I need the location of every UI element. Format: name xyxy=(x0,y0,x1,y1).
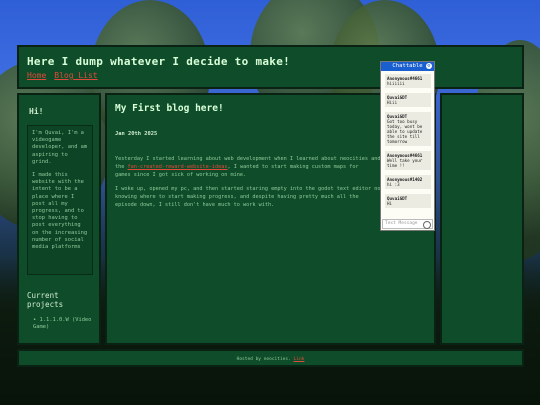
chat-messages[interactable]: Anonymous#4661 hiiiiii QuvaiGDT Hiii QuvaiGD… xyxy=(381,71,434,219)
chat-message-text: Hiii xyxy=(387,100,398,105)
chat-message: QuvaiGDT Hiii xyxy=(385,93,431,107)
project-name: 1.1.1.0.W (Video Game) xyxy=(33,317,92,330)
chat-title: Chattable xyxy=(392,63,423,69)
chat-widget: Chattable ⚙ Anonymous#4661 hiiiiii QuvaiGD… xyxy=(380,61,435,231)
chat-message-text: Well take your time !! xyxy=(387,158,423,168)
post-paragraph-2: I woke up, opened my pc, and then starte… xyxy=(115,185,385,209)
chat-settings-icon[interactable]: ⚙ xyxy=(426,63,432,69)
post-paragraph-1: Yesterday I started learning about web d… xyxy=(115,155,385,179)
post-title: My First blog here! xyxy=(115,103,224,114)
chat-message-text: Got too busy today, wont be able to upda… xyxy=(387,119,423,144)
post-line: Yesterday I started learning about web d… xyxy=(115,156,381,162)
chat-input-placeholder: Text Message xyxy=(385,221,418,226)
nav-blog-list-link[interactable]: Blog List xyxy=(54,71,97,80)
main-nav: Home Blog List xyxy=(27,71,106,80)
post-line: episode down, I still don't have much to… xyxy=(115,202,275,208)
chat-message-text: Hi xyxy=(387,201,393,206)
current-projects-title: Current projects xyxy=(27,291,64,309)
chat-message: QuvaiGDT Got too busy today, wont be able… xyxy=(385,112,431,146)
post-date: Jan 20th 2025 xyxy=(115,131,158,137)
about-text-2: I made this website with the intent to b… xyxy=(32,172,88,251)
about-box: I'm Quvai, I'm a videogame developer, an… xyxy=(27,125,93,275)
chat-message-text: hi :3 xyxy=(387,182,400,187)
chat-message: Anonymous#4661 Well take your time !! xyxy=(385,151,431,170)
post-link[interactable]: fan-created-reward-website-ideas xyxy=(128,164,228,170)
chat-input[interactable]: Text Message xyxy=(382,219,433,229)
site-title: Here I dump whatever I decide to make! xyxy=(27,55,291,68)
header-panel: Here I dump whatever I decide to make! H… xyxy=(17,45,524,89)
footer: Hosted by neocities. Link xyxy=(17,349,524,367)
post-line: knowing where to start making progress, … xyxy=(115,194,359,200)
post-line: games since I got sick of working on min… xyxy=(115,172,247,178)
post-line: the fan-created-reward-website-ideas, I … xyxy=(115,164,359,170)
chat-message: Anonymous#1402 hi :3 xyxy=(385,175,431,189)
left-sidebar: Hi! I'm Quvai, I'm a videogame developer… xyxy=(17,93,101,345)
chat-header: Chattable ⚙ xyxy=(381,62,434,71)
right-sidebar xyxy=(440,93,524,345)
nav-home-link[interactable]: Home xyxy=(27,71,46,80)
footer-text: Hosted by neocities. Link xyxy=(236,357,305,362)
project-list-item: • 1.1.1.0.W (Video Game) xyxy=(33,317,92,330)
post-line: I woke up, opened my pc, and then starte… xyxy=(115,186,384,192)
chat-message-text: hiiiiii xyxy=(387,81,405,86)
footer-link[interactable]: Link xyxy=(294,357,305,362)
emoji-icon[interactable] xyxy=(423,221,431,229)
chat-message: Anonymous#4661 hiiiiii xyxy=(385,74,431,88)
sidebar-greeting: Hi! xyxy=(29,107,44,116)
about-text-1: I'm Quvai, I'm a videogame developer, an… xyxy=(32,130,88,165)
chat-message: QuvaiGDT Hi xyxy=(385,194,431,208)
